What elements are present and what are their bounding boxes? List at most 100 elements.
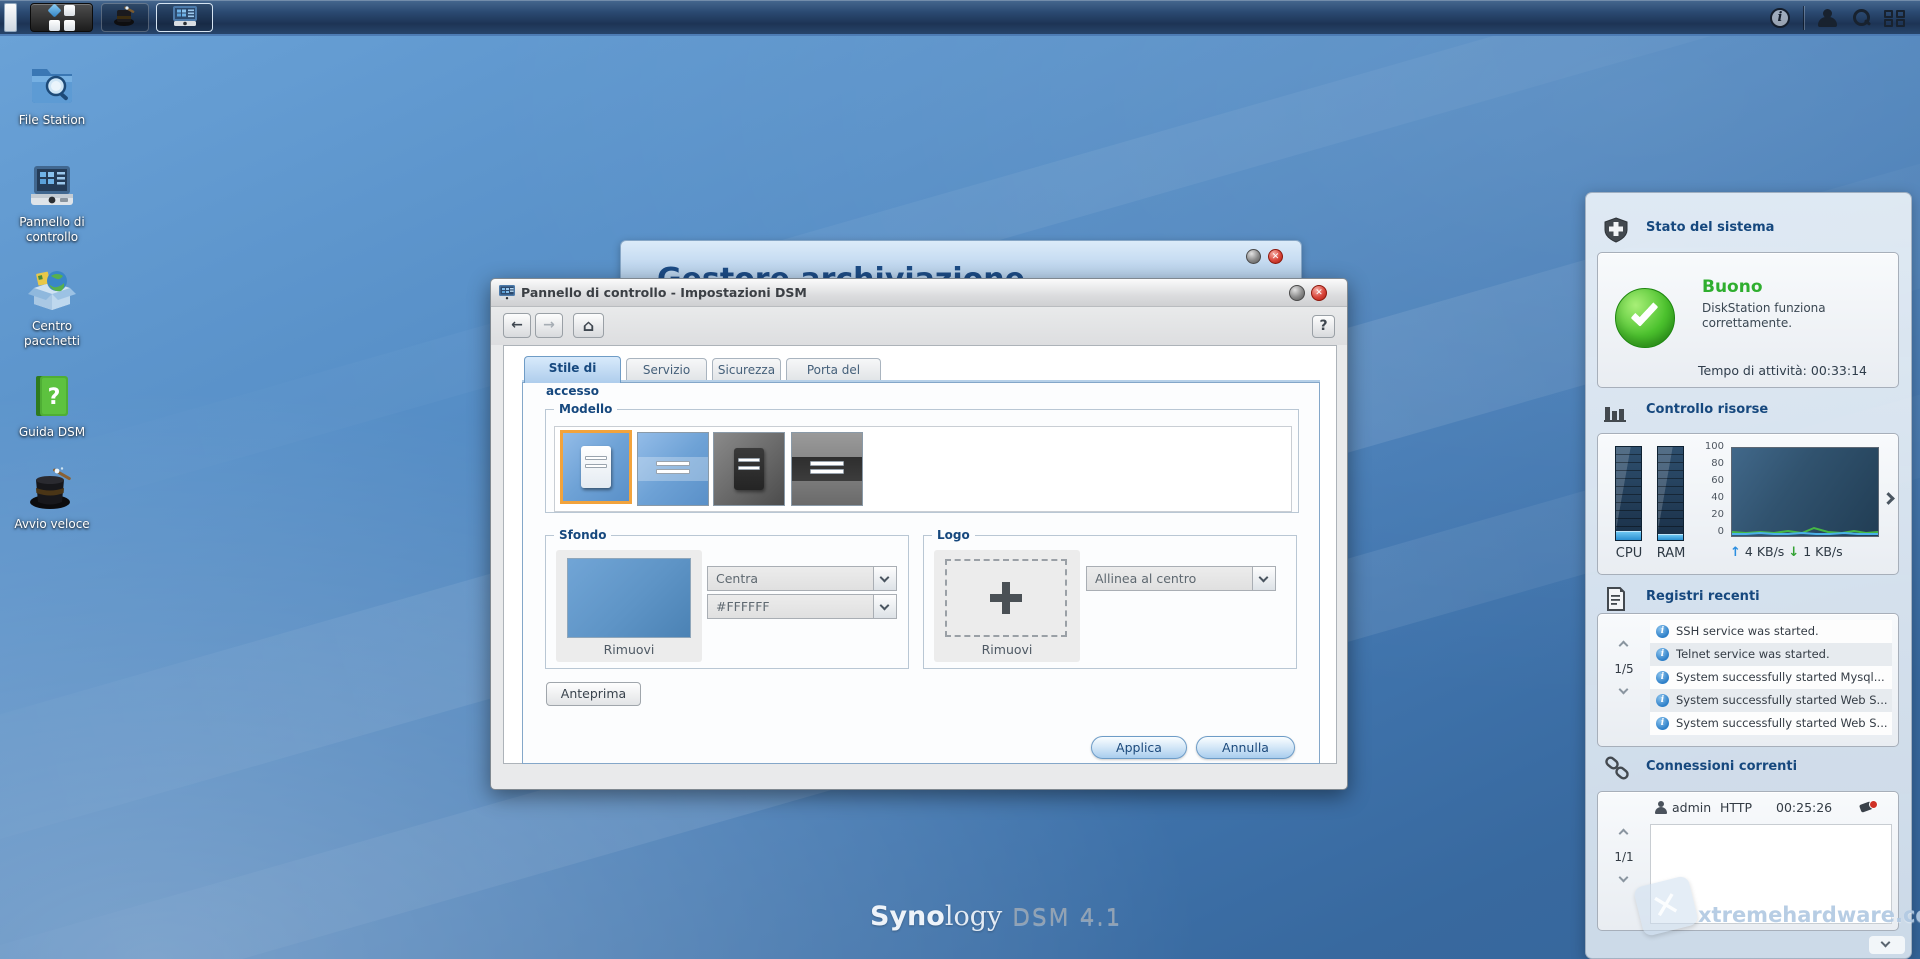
download-speed: 1 KB/s (1803, 544, 1842, 559)
dialog-toolbar: ← → ⌂ ? (491, 307, 1347, 345)
desktop-icon-dsm-help[interactable]: ? Guida DSM (6, 374, 98, 440)
ram-gauge (1657, 446, 1684, 541)
tab-security[interactable]: Sicurezza (712, 358, 781, 382)
background-legend: Sfondo (554, 528, 611, 542)
page-up-button[interactable] (1619, 641, 1629, 651)
page-down-button[interactable] (1619, 873, 1629, 883)
disconnect-icon[interactable] (1860, 800, 1878, 814)
link-icon (1603, 756, 1631, 784)
section-title: Connessioni correnti (1646, 759, 1797, 774)
search-button[interactable] (1844, 3, 1878, 33)
dialog-titlebar[interactable]: Pannello di controllo - Impostazioni DSM… (491, 279, 1347, 307)
page-down-button[interactable] (1619, 685, 1629, 695)
dialog-title: Pannello di controllo - Impostazioni DSM (521, 279, 807, 307)
desktop-icon-package-center[interactable]: Centro pacchetti (6, 268, 98, 349)
tab-access-style[interactable]: Stile di accesso (524, 356, 621, 383)
package-center-icon (28, 268, 76, 312)
resource-monitor-panel: CPU RAM 100 80 60 40 20 0 ↑ 4 KB/s ↓ 1 (1597, 433, 1899, 575)
quick-launch-taskbar-button[interactable] (101, 3, 149, 32)
widget-collapse-button[interactable] (1869, 936, 1905, 954)
dsm-branding: SynologyDSM 4.1 (870, 901, 1122, 932)
info-icon: i (1656, 694, 1669, 707)
system-widget-panel: Stato del sistema Buono DiskStation funz… (1585, 192, 1912, 959)
template-thumb-dark-band[interactable] (791, 432, 863, 506)
background-remove-button[interactable]: Rimuovi (556, 642, 702, 657)
status-ok-icon (1615, 288, 1675, 348)
cancel-button[interactable]: Annulla (1196, 736, 1295, 759)
desktop-icon-label: Guida DSM (6, 425, 98, 440)
logo-align-select[interactable]: Allinea al centro (1086, 566, 1276, 591)
template-thumb-dark-card[interactable] (713, 432, 785, 506)
status-description: DiskStation funziona correttamente. (1702, 301, 1870, 331)
info-icon: i (1770, 8, 1790, 28)
preview-button[interactable]: Anteprima (546, 682, 641, 706)
storage-manager-window[interactable]: Gestore archiviazione ✕ (620, 240, 1302, 282)
template-thumb-blue-band[interactable] (637, 432, 709, 506)
logo-upload-box: Rimuovi (934, 550, 1080, 662)
desktop-icon-label: Pannello di controllo (6, 215, 98, 245)
background-position-select[interactable]: Centra (707, 566, 897, 591)
ram-label: RAM (1654, 546, 1688, 561)
template-fieldset: Modello (545, 409, 1299, 513)
desktop-icon-quick-start[interactable]: Avvio veloce (6, 466, 98, 532)
user-button[interactable] (1810, 3, 1844, 33)
control-panel-taskbar-button[interactable] (156, 3, 213, 32)
tab-http-service[interactable]: Servizio HTTP (626, 358, 707, 382)
background-preview-box: Rimuovi (556, 550, 702, 662)
pilot-view-button[interactable] (1878, 3, 1912, 33)
network-speed-text: ↑ 4 KB/s ↓ 1 KB/s (1730, 544, 1843, 560)
page-indicator: 1/5 (1604, 662, 1644, 676)
page-up-button[interactable] (1619, 829, 1629, 839)
taskbar-separator (1803, 6, 1804, 30)
expand-monitor-button[interactable] (1882, 492, 1895, 505)
tab-router-port[interactable]: Porta del router (786, 358, 881, 382)
cpu-gauge (1615, 446, 1642, 541)
brand-bold: Syno (870, 901, 945, 932)
show-desktop-button[interactable] (4, 3, 17, 32)
log-row[interactable]: iSystem successfully started Mysql... (1650, 666, 1892, 689)
desktop-icon-file-station[interactable]: File Station (6, 62, 98, 128)
main-menu-icon (49, 5, 75, 31)
close-icon[interactable]: ✕ (1311, 285, 1327, 301)
file-station-icon (28, 62, 76, 106)
logo-remove-button[interactable]: Rimuovi (934, 642, 1080, 657)
minimize-button[interactable] (1246, 249, 1261, 264)
info-button[interactable]: i (1763, 3, 1797, 33)
desktop-icon-control-panel[interactable]: Pannello di controllo (6, 164, 98, 245)
back-button[interactable]: ← (503, 313, 531, 338)
logo-legend: Logo (932, 528, 975, 542)
main-menu-button[interactable] (30, 3, 93, 32)
taskbar-right-tools: i (1763, 0, 1912, 36)
control-panel-desktop-icon (28, 164, 76, 208)
help-button[interactable]: ? (1312, 315, 1335, 338)
template-thumb-blue-card[interactable] (560, 430, 632, 504)
background-color-select[interactable]: #FFFFFF (707, 594, 897, 619)
upload-series (1732, 533, 1878, 534)
plus-icon (990, 594, 1022, 602)
taskbar: i (0, 0, 1920, 36)
page-indicator: 1/1 (1604, 850, 1644, 864)
minimize-button[interactable] (1289, 285, 1305, 301)
user-icon (1654, 801, 1668, 815)
log-row[interactable]: iTelnet service was started. (1650, 643, 1892, 666)
forward-button[interactable]: → (535, 313, 563, 338)
log-row[interactable]: iSystem successfully started Web S... (1650, 712, 1892, 735)
logo-add-button[interactable] (945, 559, 1067, 637)
info-icon: i (1656, 625, 1669, 638)
connection-user: admin (1672, 800, 1711, 815)
desktop-icon-label: Centro pacchetti (6, 319, 98, 349)
shield-icon (1603, 217, 1629, 243)
brand-product: DSM 4.1 (1012, 905, 1122, 931)
log-row[interactable]: iSSH service was started. (1650, 620, 1892, 643)
apply-button[interactable]: Applica (1091, 736, 1187, 759)
info-icon: i (1656, 671, 1669, 684)
pilot-view-icon (1884, 10, 1906, 27)
log-row[interactable]: iSystem successfully started Web S... (1650, 689, 1892, 712)
dsm-help-icon: ? (28, 374, 76, 418)
close-icon[interactable]: ✕ (1268, 249, 1283, 264)
template-legend: Modello (554, 402, 617, 416)
system-health-header: Stato del sistema (1586, 217, 1911, 243)
connection-duration: 00:25:26 (1776, 800, 1832, 815)
window-icon (499, 285, 516, 301)
home-button[interactable]: ⌂ (573, 313, 604, 338)
